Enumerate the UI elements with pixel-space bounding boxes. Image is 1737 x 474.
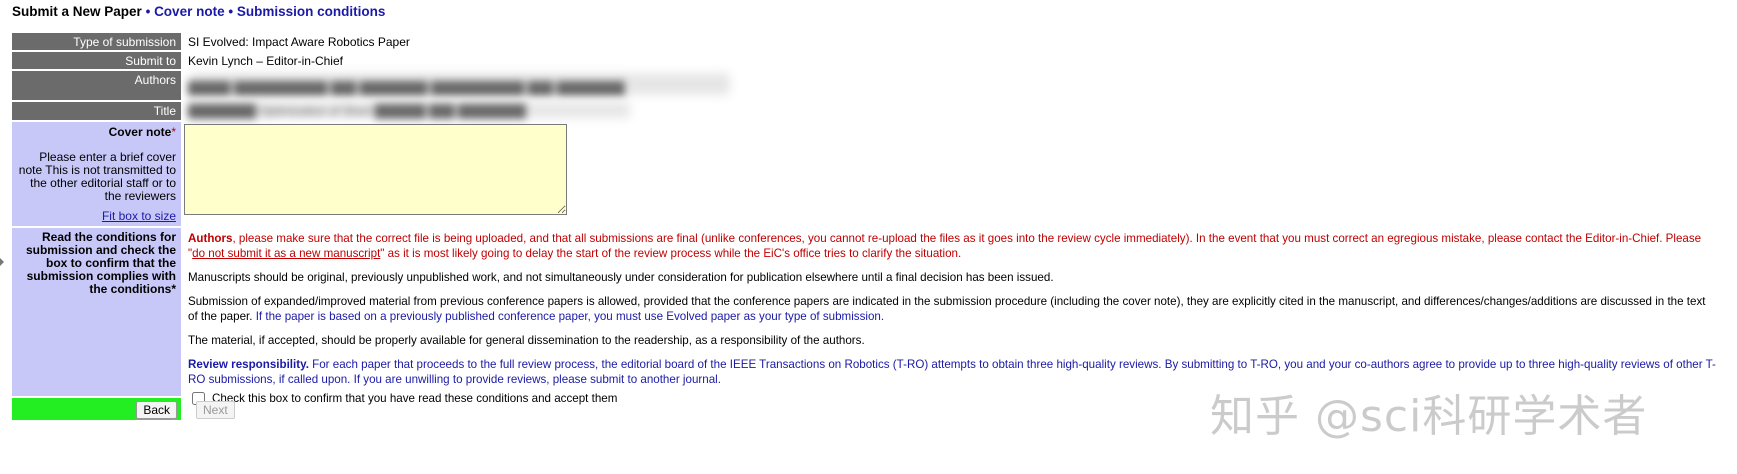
authors-label: Authors	[12, 71, 181, 100]
step-separator: •	[145, 4, 151, 19]
expanded-evolved-note: If the paper is based on a previously pu…	[252, 310, 885, 323]
watermark: 知乎 @sci科研学术者	[1210, 391, 1648, 442]
submit-to-label: Submit to	[12, 52, 181, 69]
conditions-expanded-paragraph: Submission of expanded/improved material…	[188, 294, 1717, 324]
submit-to-value: Kevin Lynch – Editor-in-Chief	[188, 54, 343, 68]
row-type-of-submission: Type of submission SI Evolved: Impact Aw…	[12, 33, 1721, 50]
row-submit-to: Submit to Kevin Lynch – Editor-in-Chief	[12, 52, 1721, 69]
edge-marker-icon	[0, 258, 4, 266]
nav-green-cell: Back	[12, 398, 181, 420]
step-separator: •	[228, 4, 234, 19]
row-title: Title ████████ Optimization of Short ███…	[12, 102, 1721, 120]
title-value-cell: ████████ Optimization of Short ██████ ██…	[184, 102, 1721, 120]
authors-value-cell: █████ ███████████ ███ ████████ █████████…	[184, 71, 1721, 100]
conditions-label: Read the conditions for submission and c…	[12, 228, 181, 396]
cover-note-help: Please enter a brief cover note This is …	[18, 150, 176, 203]
conditions-text: Authors, please make sure that the corre…	[184, 228, 1721, 405]
authors-bold: Authors	[188, 232, 233, 245]
cover-note-label-cell: Cover note* Please enter a brief cover n…	[12, 122, 181, 226]
title-value: ████████ Optimization of Short ██████ ██…	[188, 104, 526, 118]
fit-box-to-size-link[interactable]: Fit box to size	[102, 209, 176, 223]
step-current: Submit a New Paper	[12, 4, 142, 19]
conditions-material-paragraph: The material, if accepted, should be pro…	[188, 334, 865, 347]
row-authors: Authors █████ ███████████ ███ ████████ █…	[12, 71, 1721, 100]
step-link-submission-conditions[interactable]: Submission conditions	[237, 4, 386, 19]
next-button[interactable]: Next	[196, 401, 235, 419]
type-of-submission-value: SI Evolved: Impact Aware Robotics Paper	[188, 35, 410, 49]
cover-note-label-line: Cover note*	[16, 125, 176, 139]
title-label: Title	[12, 102, 181, 120]
review-responsibility-bold: Review responsibility.	[188, 358, 309, 371]
conditions-authors-paragraph: Authors, please make sure that the corre…	[188, 231, 1717, 261]
step-link-cover-note[interactable]: Cover note	[154, 4, 225, 19]
row-conditions: Read the conditions for submission and c…	[12, 228, 1721, 405]
back-button[interactable]: Back	[136, 401, 177, 419]
type-of-submission-label: Type of submission	[12, 33, 181, 50]
cover-note-label: Cover note	[108, 125, 172, 139]
conditions-original-paragraph: Manuscripts should be original, previous…	[188, 271, 1054, 284]
authors-value: █████ ███████████ ███ ████████ █████████…	[188, 81, 625, 95]
required-mark: *	[171, 125, 176, 139]
cover-note-textarea[interactable]	[184, 124, 567, 215]
row-cover-note: Cover note* Please enter a brief cover n…	[12, 122, 1721, 226]
authors-tail: " as it is most likely going to delay th…	[380, 247, 962, 260]
do-not-submit-link[interactable]: do not submit it as a new manuscript	[192, 247, 380, 260]
page-title: Submit a New Paper • Cover note • Submis…	[12, 4, 385, 19]
